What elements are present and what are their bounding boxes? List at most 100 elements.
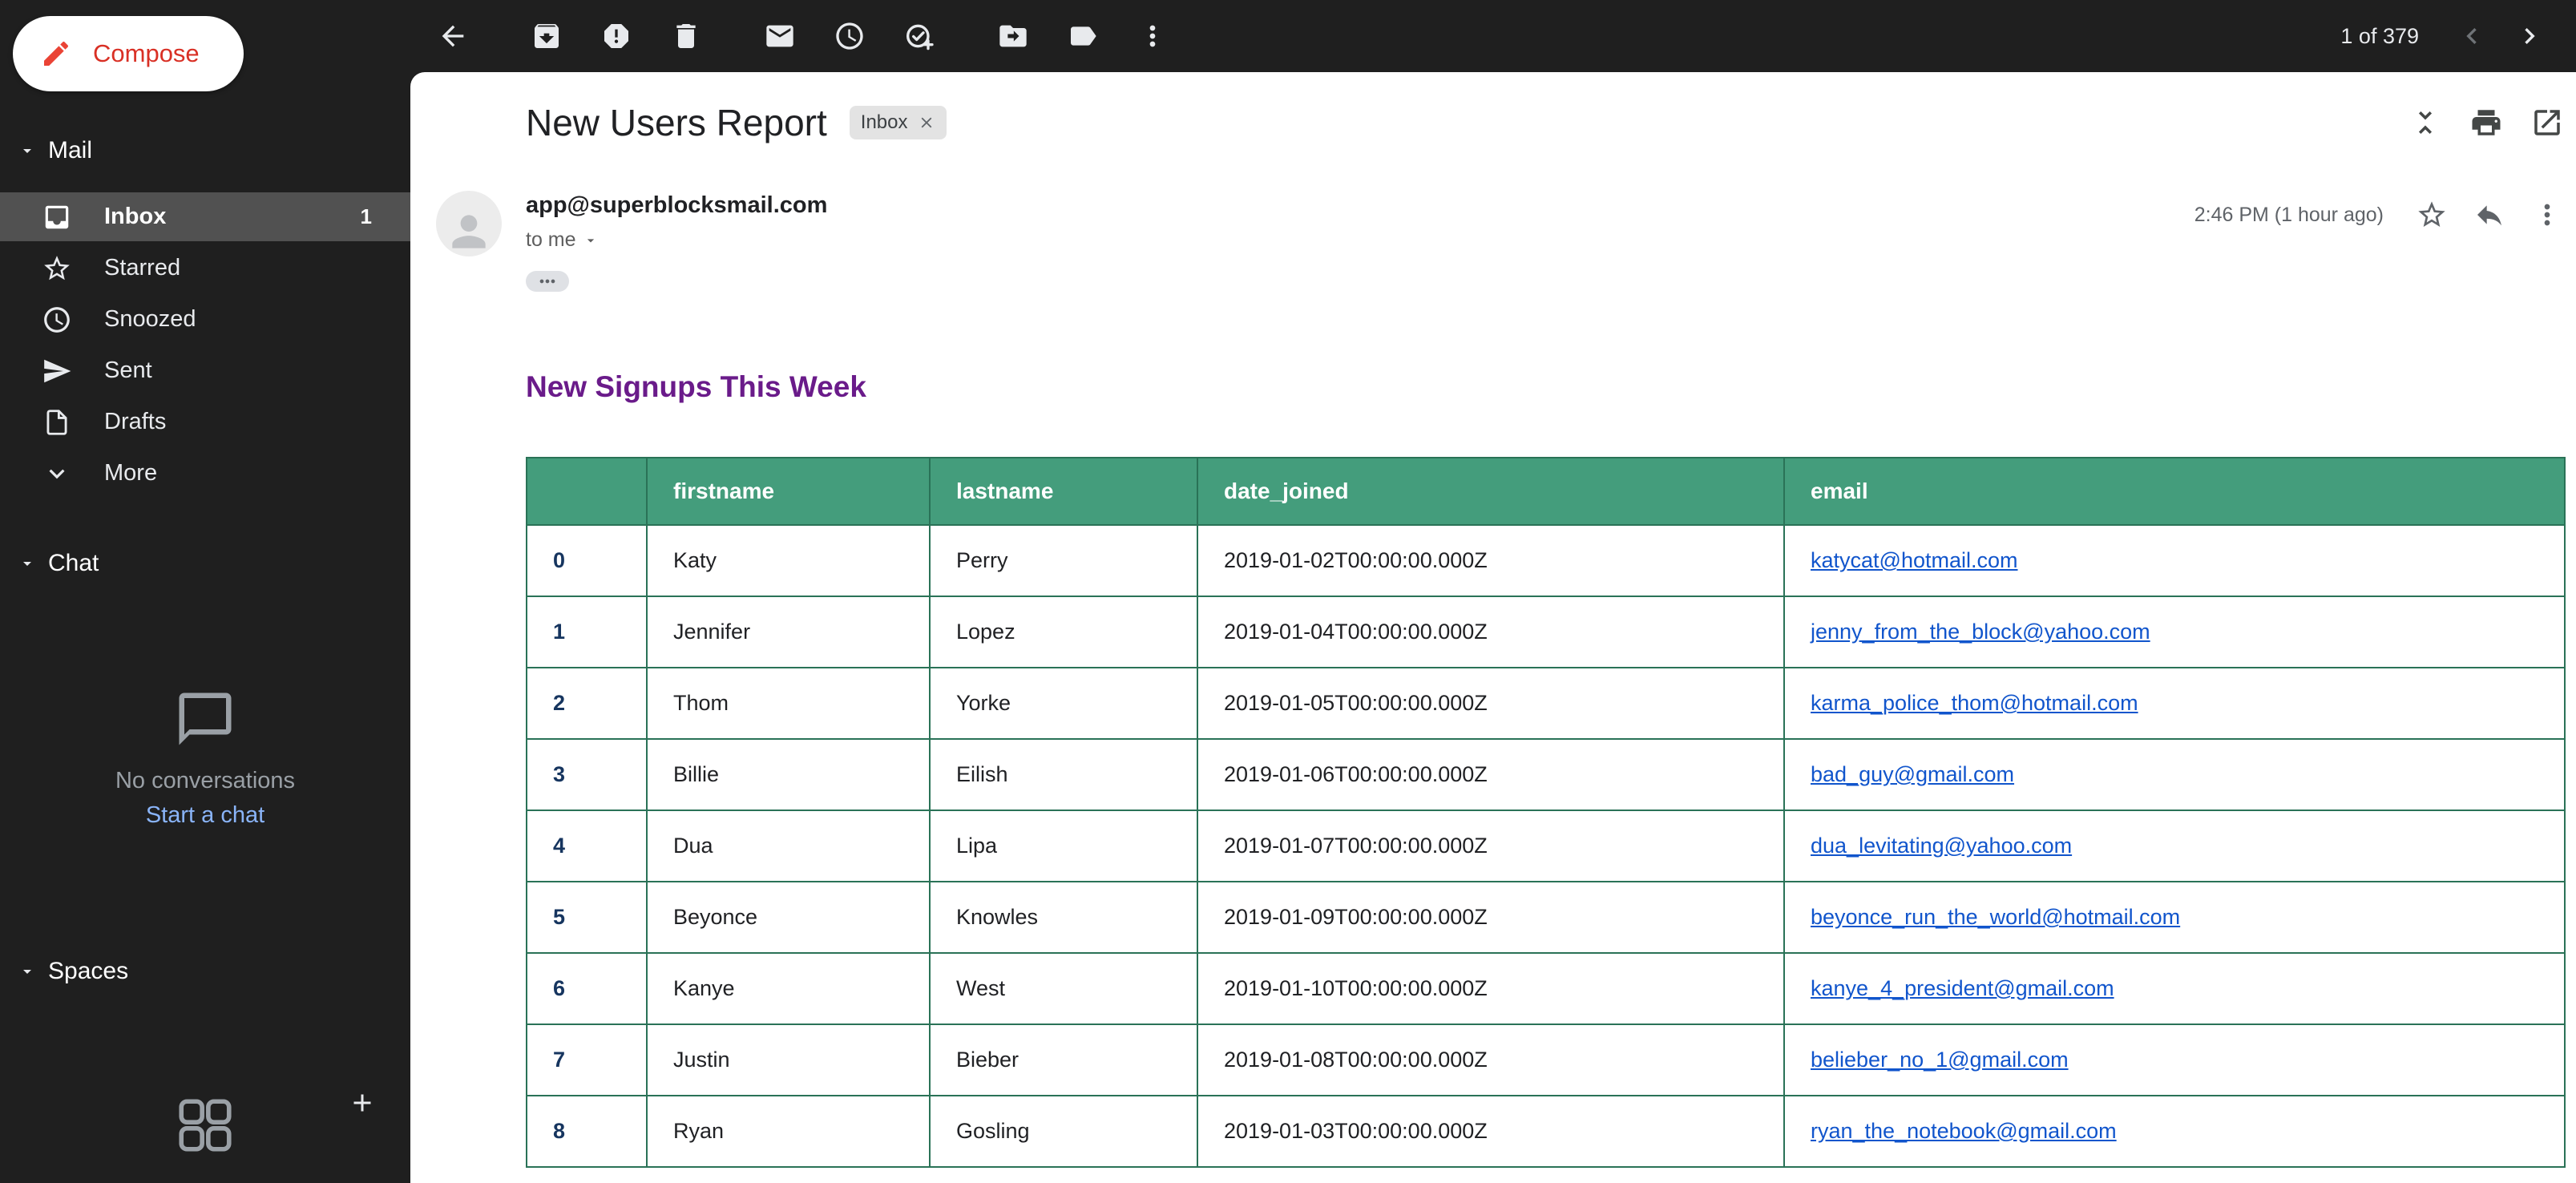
start-chat-link[interactable]: Start a chat: [146, 802, 264, 829]
collapse-all-button[interactable]: [2406, 103, 2445, 142]
compose-button[interactable]: Compose: [13, 16, 244, 91]
email-subject: New Users Report: [526, 102, 827, 143]
cell-email: ryan_the_notebook@gmail.com: [1783, 1095, 2566, 1168]
labels-button[interactable]: [1060, 14, 1105, 59]
sidebar-item-label: Drafts: [104, 409, 167, 434]
cell-email: belieber_no_1@gmail.com: [1783, 1024, 2566, 1096]
cell-firstname: Justin: [646, 1024, 931, 1096]
label-icon: [1071, 26, 1096, 46]
row-index: 0: [526, 524, 648, 597]
mail-section-header[interactable]: Mail: [0, 127, 410, 175]
more-options-button[interactable]: [1130, 14, 1175, 59]
email-link[interactable]: ryan_the_notebook@gmail.com: [1811, 1119, 2117, 1143]
sidebar-item-more[interactable]: More: [0, 449, 410, 498]
sidebar-item-drafts[interactable]: Drafts: [0, 398, 410, 446]
archive-button[interactable]: [524, 14, 569, 59]
add-to-tasks-button[interactable]: [897, 14, 942, 59]
email-view: New Users Report Inbox app@superblocksma…: [410, 72, 2576, 1183]
sidebar-item-starred[interactable]: Starred: [0, 244, 410, 293]
sidebar-item-inbox[interactable]: Inbox 1: [0, 192, 410, 241]
reply-button[interactable]: [2470, 196, 2509, 234]
cell-email: bad_guy@gmail.com: [1783, 738, 2566, 811]
avatar: [436, 191, 502, 256]
clock-icon: [44, 306, 70, 333]
more-vert-icon: [2544, 204, 2550, 226]
person-icon: [452, 215, 486, 248]
cell-firstname: Kanye: [646, 952, 931, 1025]
table-row: 3 Billie Eilish 2019-01-06T00:00:00.000Z…: [526, 738, 2566, 811]
sidebar-item-label: Snoozed: [104, 306, 196, 332]
older-button[interactable]: [2507, 14, 2552, 59]
label-chip[interactable]: Inbox: [849, 106, 947, 139]
email-body-heading: New Signups This Week: [526, 370, 866, 403]
pagination-counter: 1 of 379: [2340, 23, 2419, 48]
sidebar-item-sent[interactable]: Sent: [0, 346, 410, 395]
gmail-app: 1 of 379 Compose Mail Inbox 1 Starred Sn…: [0, 0, 2576, 1183]
star-button[interactable]: [2412, 196, 2451, 234]
email-link[interactable]: kanye_4_president@gmail.com: [1811, 976, 2114, 1000]
inbox-icon: [45, 205, 69, 228]
email-meta-actions: 2:46 PM (1 hour ago): [2194, 196, 2566, 234]
send-icon: [44, 359, 71, 382]
caret-down-icon: [587, 238, 594, 242]
delete-button[interactable]: [664, 14, 709, 59]
cell-date-joined: 2019-01-07T00:00:00.000Z: [1197, 810, 1785, 882]
table-row: 4 Dua Lipa 2019-01-07T00:00:00.000Z dua_…: [526, 810, 2566, 882]
sidebar-item-label: Inbox: [104, 204, 167, 229]
table-row: 6 Kanye West 2019-01-10T00:00:00.000Z ka…: [526, 952, 2566, 1025]
table-row: 5 Beyonce Knowles 2019-01-09T00:00:00.00…: [526, 881, 2566, 954]
newer-button[interactable]: [2449, 14, 2494, 59]
row-index: 7: [526, 1024, 648, 1096]
label-chip-text: Inbox: [860, 111, 908, 133]
email-link[interactable]: karma_police_thom@hotmail.com: [1811, 691, 2138, 715]
cell-firstname: Dua: [646, 810, 931, 882]
email-link[interactable]: bad_guy@gmail.com: [1811, 762, 2014, 786]
show-trimmed-content-button[interactable]: [526, 271, 569, 292]
close-icon[interactable]: [918, 114, 935, 131]
cell-firstname: Ryan: [646, 1095, 931, 1168]
message-more-button[interactable]: [2528, 196, 2566, 234]
chat-empty-message: No conversations: [115, 768, 296, 793]
email-link[interactable]: jenny_from_the_block@yahoo.com: [1811, 620, 2150, 644]
header-lastname: lastname: [929, 457, 1198, 526]
mail-section-label: Mail: [48, 137, 93, 164]
print-button[interactable]: [2467, 103, 2505, 142]
chevron-right-icon: [2525, 28, 2535, 44]
table-row: 0 Katy Perry 2019-01-02T00:00:00.000Z ka…: [526, 524, 2566, 597]
caret-down-icon: [18, 554, 37, 573]
email-link[interactable]: dua_levitating@yahoo.com: [1811, 834, 2072, 858]
add-task-icon: [906, 24, 934, 50]
chat-section-header[interactable]: Chat: [0, 539, 410, 1112]
mail-nav: Inbox 1 Starred Snoozed Sent Drafts More: [0, 192, 410, 500]
chat-bubble-icon: [0, 688, 410, 750]
cell-date-joined: 2019-01-08T00:00:00.000Z: [1197, 1024, 1785, 1096]
cell-firstname: Jennifer: [646, 596, 931, 668]
report-spam-icon: [604, 24, 628, 48]
recipient-dropdown[interactable]: to me: [526, 228, 827, 252]
cell-lastname: Bieber: [929, 1024, 1198, 1096]
sidebar-item-label: More: [104, 460, 158, 486]
email-link[interactable]: belieber_no_1@gmail.com: [1811, 1048, 2069, 1072]
email-meta: app@superblocksmail.com to me 2:46 PM (1…: [434, 191, 2566, 303]
cell-lastname: Gosling: [929, 1095, 1198, 1168]
signups-table: firstname lastname date_joined email 0 K…: [526, 457, 2566, 1168]
mark-unread-button[interactable]: [757, 14, 802, 59]
cell-firstname: Billie: [646, 738, 931, 811]
email-link[interactable]: katycat@hotmail.com: [1811, 548, 2018, 572]
spaces-section-header[interactable]: Spaces: [0, 947, 410, 995]
email-link[interactable]: beyonce_run_the_world@hotmail.com: [1811, 905, 2180, 929]
snooze-button[interactable]: [827, 14, 872, 59]
move-to-button[interactable]: [991, 14, 1036, 59]
sender-block: app@superblocksmail.com to me: [526, 192, 827, 252]
sidebar-item-snoozed[interactable]: Snoozed: [0, 295, 410, 344]
header-date-joined: date_joined: [1197, 457, 1785, 526]
star-outline-icon: [2418, 201, 2445, 227]
spaces-section-label: Spaces: [48, 958, 129, 984]
open-in-new-button[interactable]: [2528, 103, 2566, 142]
cell-date-joined: 2019-01-05T00:00:00.000Z: [1197, 667, 1785, 740]
report-spam-button[interactable]: [594, 14, 639, 59]
back-button[interactable]: [430, 14, 475, 59]
row-index: 1: [526, 596, 648, 668]
open-in-new-icon: [2534, 110, 2560, 135]
caret-down-icon: [18, 141, 37, 160]
